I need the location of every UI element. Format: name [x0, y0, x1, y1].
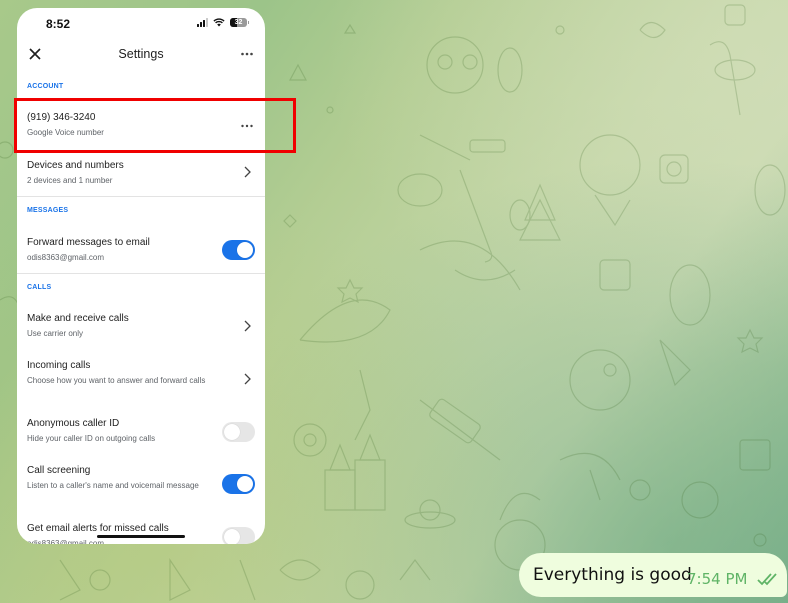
- more-horizontal-icon[interactable]: [239, 47, 255, 61]
- row-title: Make and receive calls: [27, 313, 129, 324]
- row-title: Get email alerts for missed calls: [27, 523, 169, 534]
- row-subtitle: Listen to a caller's name and voicemail …: [27, 481, 199, 490]
- divider: [17, 273, 265, 274]
- row-title: Incoming calls: [27, 360, 91, 371]
- email-alerts-toggle[interactable]: [222, 527, 255, 544]
- chevron-right-icon: [244, 373, 251, 385]
- settings-row-call-screening[interactable]: Call screening Listen to a caller's name…: [17, 457, 265, 509]
- section-label-account: ACCOUNT: [27, 83, 64, 90]
- settings-row-devices-and-numbers[interactable]: Devices and numbers 2 devices and 1 numb…: [17, 150, 265, 194]
- battery-level: 32: [234, 19, 243, 26]
- message-text: Everything is good: [533, 565, 692, 585]
- settings-row-email-alerts-missed-calls[interactable]: Get email alerts for missed calls odis83…: [17, 515, 265, 544]
- row-subtitle: Use carrier only: [27, 329, 84, 338]
- chevron-right-icon: [244, 320, 251, 332]
- battery-icon: 32: [230, 18, 249, 27]
- status-time: 8:52: [46, 17, 71, 31]
- divider: [17, 196, 265, 197]
- settings-row-make-and-receive-calls[interactable]: Make and receive calls Use carrier only: [17, 304, 265, 348]
- highlight-annotation: [14, 98, 296, 153]
- wifi-icon: [213, 18, 225, 27]
- row-subtitle: odis8363@gmail.com: [27, 539, 105, 544]
- toggle-knob: [224, 424, 240, 440]
- status-bar: 8:52 32: [17, 8, 265, 38]
- home-indicator: [97, 535, 185, 538]
- message-bubble[interactable]: Everything is good 7:54 PM: [519, 553, 787, 597]
- app-bar: Settings: [17, 42, 265, 66]
- section-label-calls: CALLS: [27, 284, 52, 291]
- toggle-knob: [224, 529, 240, 544]
- phone-screenshot: 8:52 32 Settings ACCOUNT (919) 346-3240 …: [17, 8, 265, 544]
- status-icons: 32: [197, 18, 249, 27]
- row-title: Call screening: [27, 465, 91, 476]
- row-title: Anonymous caller ID: [27, 418, 120, 429]
- section-label-messages: MESSAGES: [27, 207, 69, 214]
- row-title: Devices and numbers: [27, 160, 124, 171]
- row-subtitle: Hide your caller ID on outgoing calls: [27, 434, 156, 443]
- settings-row-forward-messages[interactable]: Forward messages to email odis8363@gmail…: [17, 228, 265, 272]
- row-subtitle: Choose how you want to answer and forwar…: [27, 376, 206, 385]
- row-title: Forward messages to email: [27, 237, 150, 248]
- page-title: Settings: [118, 47, 164, 61]
- row-subtitle: odis8363@gmail.com: [27, 253, 105, 262]
- forward-messages-toggle[interactable]: [222, 240, 255, 260]
- settings-row-anonymous-caller-id[interactable]: Anonymous caller ID Hide your caller ID …: [17, 410, 265, 454]
- settings-row-incoming-calls[interactable]: Incoming calls Choose how you want to an…: [17, 352, 265, 402]
- anonymous-caller-id-toggle[interactable]: [222, 422, 255, 442]
- toggle-knob: [237, 242, 253, 258]
- signal-icon: [197, 18, 208, 27]
- chevron-right-icon: [244, 166, 251, 178]
- double-check-icon: [757, 573, 777, 586]
- call-screening-toggle[interactable]: [222, 474, 255, 494]
- row-subtitle: 2 devices and 1 number: [27, 176, 113, 185]
- toggle-knob: [237, 476, 253, 492]
- message-time: 7:54 PM: [687, 570, 748, 588]
